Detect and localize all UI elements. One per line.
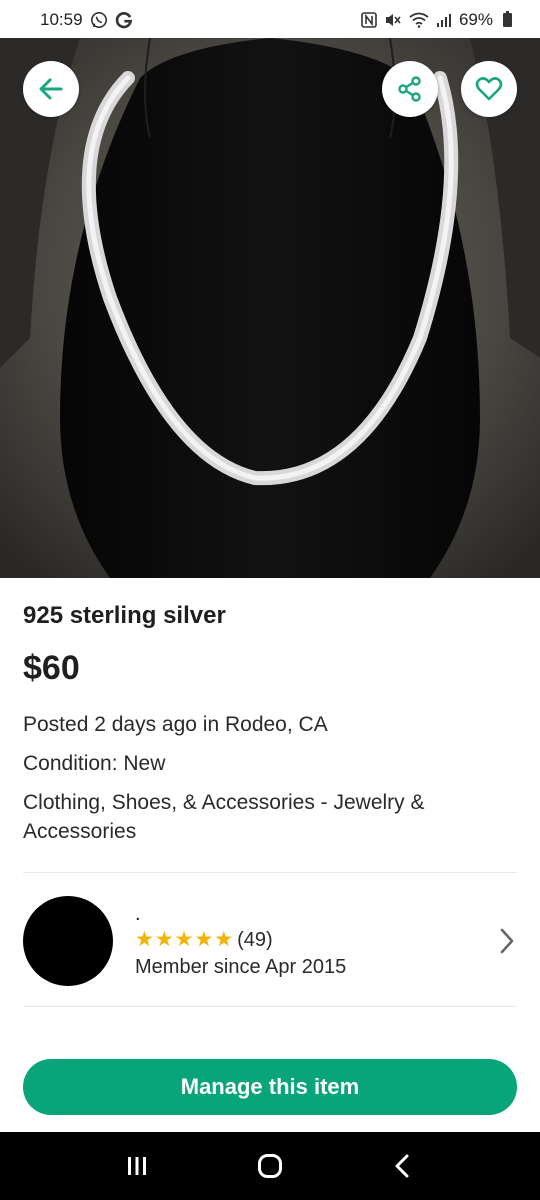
seller-row[interactable]: . ★ ★ ★ ★ ★ (49) Member since Apr 2015 — [23, 880, 517, 1002]
share-icon — [398, 76, 421, 102]
listing-photo[interactable] — [0, 38, 540, 578]
rating-count: (49) — [237, 928, 273, 951]
listing-details: 925 sterling silver $60 Posted 2 days ag… — [23, 600, 517, 846]
share-button[interactable] — [382, 61, 438, 117]
mute-icon — [384, 12, 402, 28]
battery-icon — [503, 11, 512, 27]
star-icon: ★ — [214, 928, 234, 951]
manage-item-button[interactable]: Manage this item — [23, 1059, 517, 1115]
back-nav-button[interactable] — [373, 1136, 433, 1196]
member-since: Member since Apr 2015 — [135, 956, 347, 978]
star-icon: ★ — [135, 928, 154, 951]
wifi-icon — [409, 12, 429, 28]
status-left: 10:59 — [40, 10, 133, 30]
chevron-right-icon[interactable] — [497, 926, 517, 956]
seller-rating: ★ ★ ★ ★ ★ (49) — [135, 927, 497, 953]
google-icon — [115, 11, 133, 29]
status-right: 69% — [361, 10, 512, 30]
status-bar: 10:59 69% — [0, 0, 540, 40]
necklace-image — [0, 38, 540, 578]
heart-icon — [475, 77, 503, 101]
status-time: 10:59 — [40, 10, 83, 29]
whatsapp-icon — [90, 11, 108, 29]
divider-top — [23, 872, 517, 873]
posted-info: Posted 2 days ago in Rodeo, CA — [23, 713, 328, 736]
recent-apps-button[interactable] — [107, 1136, 167, 1196]
listing-title: 925 sterling silver — [23, 602, 226, 629]
home-icon — [257, 1154, 282, 1178]
divider-bottom — [23, 1006, 517, 1007]
back-chevron-icon — [395, 1154, 409, 1178]
star-icon: ★ — [154, 928, 174, 951]
back-arrow-icon — [39, 78, 63, 100]
category-info: Clothing, Shoes, & Accessories - Jewelry… — [23, 791, 425, 843]
recent-apps-icon — [127, 1157, 146, 1175]
battery-percent: 69% — [458, 10, 493, 29]
home-button[interactable] — [240, 1136, 300, 1196]
nfc-icon — [361, 12, 377, 28]
condition-info: Condition: New — [23, 752, 166, 775]
seller-info: . ★ ★ ★ ★ ★ (49) Member since Apr 2015 — [135, 903, 497, 979]
seller-avatar[interactable] — [23, 896, 113, 986]
seller-name: . — [135, 903, 141, 925]
signal-icon — [436, 12, 452, 28]
star-icon: ★ — [174, 928, 194, 951]
listing-price: $60 — [23, 649, 80, 687]
favorite-button[interactable] — [461, 61, 517, 117]
star-icon: ★ — [194, 928, 214, 951]
system-nav-bar — [0, 1132, 540, 1200]
back-button[interactable] — [23, 61, 79, 117]
